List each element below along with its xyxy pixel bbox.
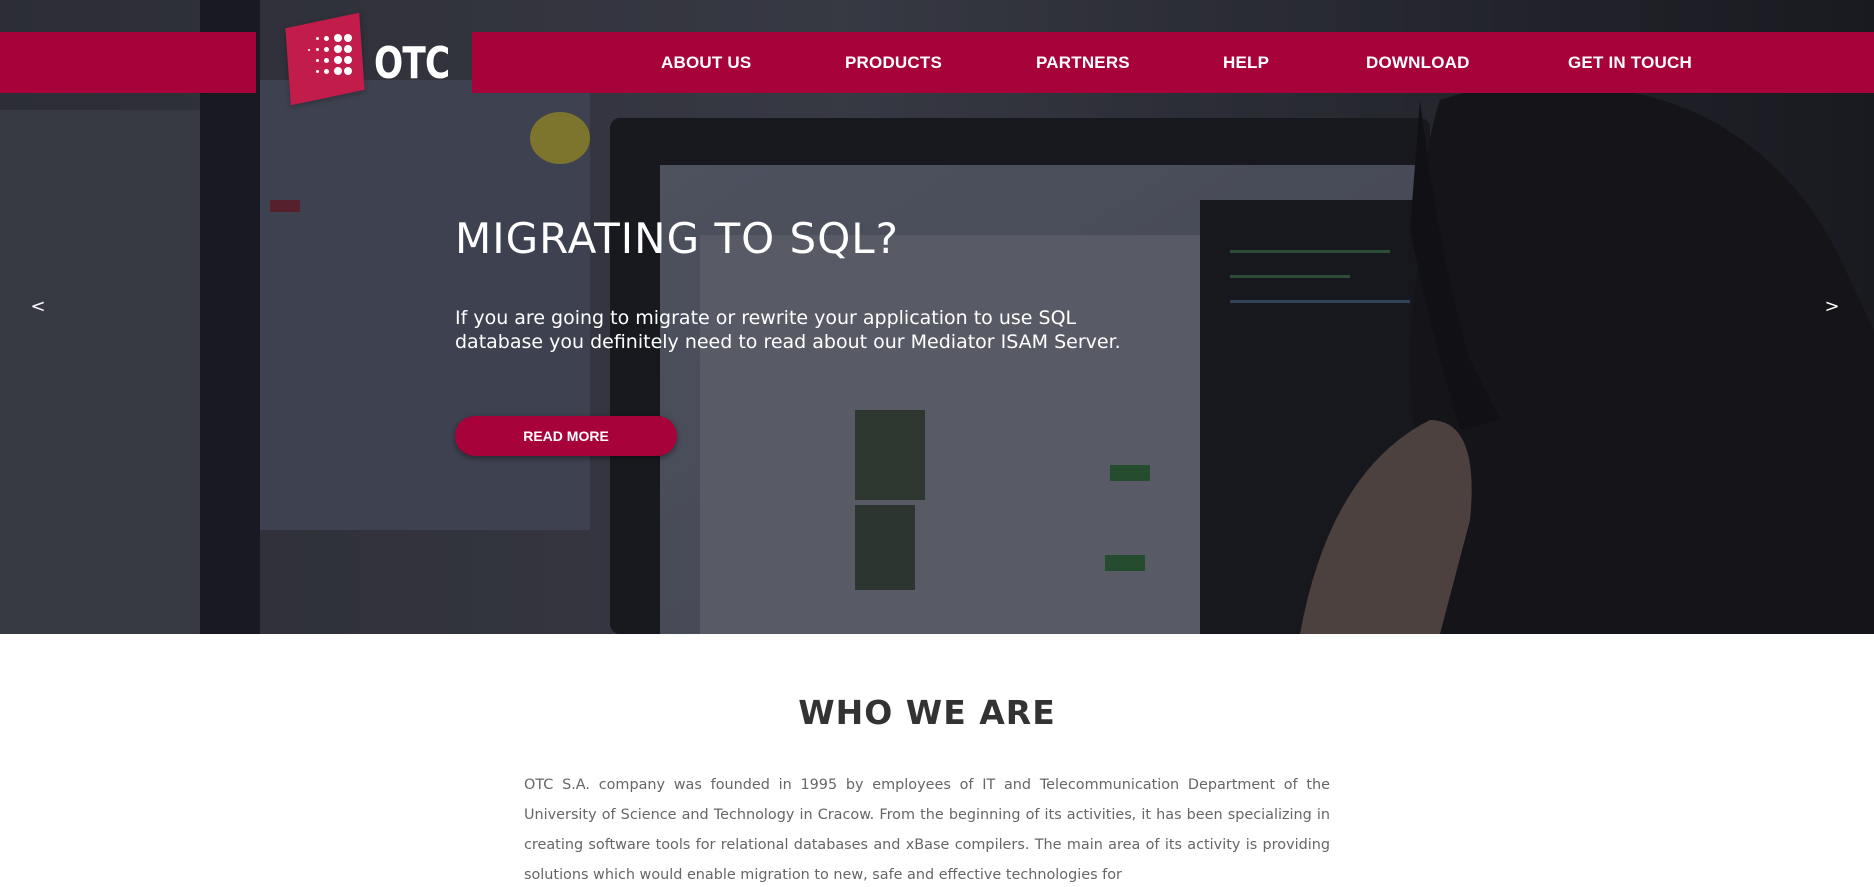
nav-item-products[interactable]: PRODUCTS — [845, 32, 942, 93]
nav-item-get-in-touch[interactable]: GET IN TOUCH — [1568, 32, 1692, 93]
nav-item-download[interactable]: DOWNLOAD — [1366, 32, 1470, 93]
who-we-are-title: WHO WE ARE — [798, 693, 1056, 732]
read-more-button[interactable]: READ MORE — [455, 416, 677, 456]
hero-title: MIGRATING TO SQL? — [455, 214, 899, 263]
main-nav: ABOUT US PRODUCTS PARTNERS HELP DOWNLOAD… — [0, 32, 1874, 93]
nav-item-about-us[interactable]: ABOUT US — [661, 32, 751, 93]
nav-item-partners[interactable]: PARTNERS — [1036, 32, 1130, 93]
hero-description: If you are going to migrate or rewrite y… — [455, 307, 1121, 353]
who-we-are-text: OTC S.A. company was founded in 1995 by … — [524, 777, 1330, 883]
carousel-next-arrow[interactable]: > — [1822, 296, 1842, 317]
nav-item-help[interactable]: HELP — [1223, 32, 1269, 93]
carousel-prev-arrow[interactable]: < — [28, 296, 48, 317]
